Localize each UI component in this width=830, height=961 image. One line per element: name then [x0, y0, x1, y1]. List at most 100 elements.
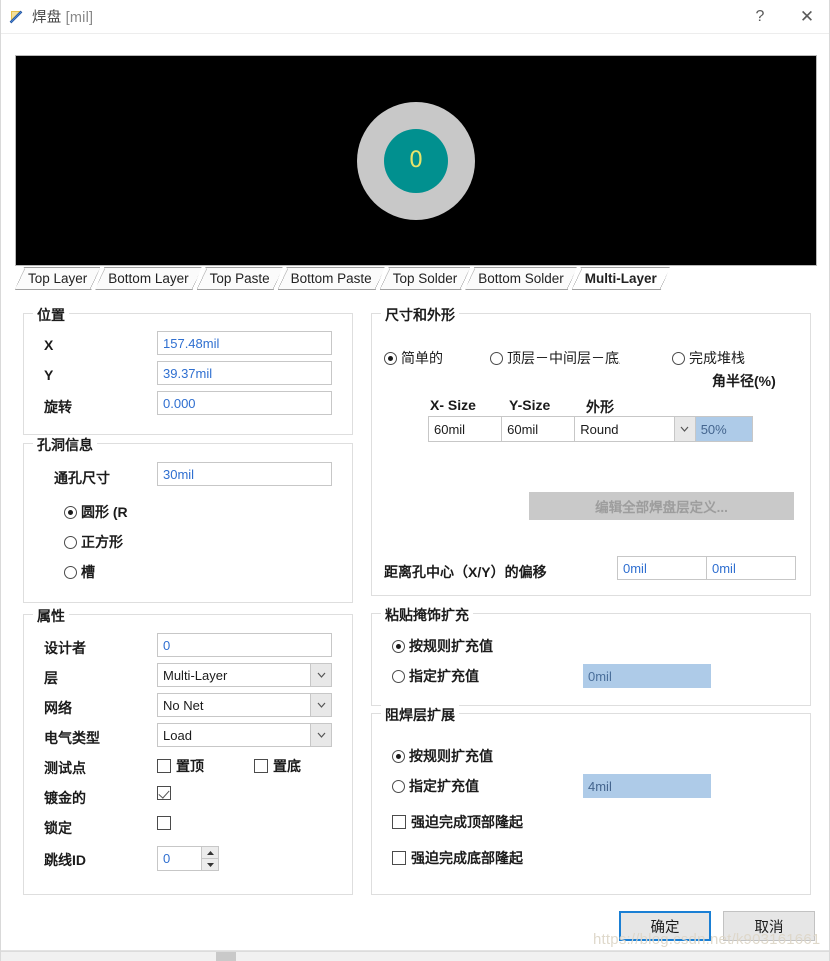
force-top-tenting-label: 强迫完成顶部隆起	[411, 812, 523, 832]
tab-bottom-solder[interactable]: Bottom Solder	[465, 267, 577, 290]
net-select[interactable]: No Net	[157, 693, 332, 717]
tab-bottom-paste[interactable]: Bottom Paste	[278, 267, 385, 290]
layer-select-value: Multi-Layer	[158, 668, 310, 683]
offset-y-input[interactable]: 0mil	[706, 556, 796, 580]
locked-label: 锁定	[44, 818, 72, 838]
shape-select-value[interactable]: Round	[575, 417, 674, 441]
radio-dot-icon	[392, 750, 405, 763]
hole-center-offset-label: 距离孔中心（X/Y）的偏移	[384, 562, 547, 582]
electrical-type-select[interactable]: Load	[157, 723, 332, 747]
y-size-header: Y-Size	[509, 397, 550, 413]
pad-properties-dialog: 焊盘 [mil] ? ✕ 0 Top Layer Bottom Layer To…	[0, 0, 830, 961]
jumper-id-stepper[interactable]: 0	[157, 846, 219, 871]
hole-info-group-title: 孔洞信息	[33, 435, 97, 455]
hole-shape-slot-label: 槽	[81, 562, 95, 582]
title-bar: 焊盘 [mil] ? ✕	[1, 0, 830, 33]
jumper-id-value: 0	[158, 851, 201, 866]
plated-label: 镀金的	[44, 788, 86, 808]
tab-multi-layer[interactable]: Multi-Layer	[572, 267, 670, 290]
radio-dot-icon	[392, 640, 405, 653]
solder-specify-input[interactable]: 4mil	[583, 774, 711, 798]
mode-simple-radio[interactable]: 简单的	[384, 348, 443, 368]
title-bar-buttons: ? ✕	[737, 0, 830, 33]
stepper-up-icon[interactable]	[202, 847, 218, 859]
testpoint-top-checkbox[interactable]: 置顶	[157, 756, 204, 776]
solder-specify-label: 指定扩充值	[409, 776, 479, 796]
pad-preview-canvas: 0	[15, 55, 817, 266]
pad-size-table: 60mil 60mil Round 50%	[428, 416, 753, 442]
hole-shape-round-radio[interactable]: 圆形 (R	[64, 502, 128, 522]
layer-select[interactable]: Multi-Layer	[157, 663, 332, 687]
position-group-title: 位置	[33, 305, 69, 325]
paste-specify-label: 指定扩充值	[409, 666, 479, 686]
corner-radius-header: 角半径(%)	[712, 371, 776, 391]
testpoint-bottom-label: 置底	[273, 756, 301, 776]
designator-input[interactable]: 0	[157, 633, 332, 657]
radio-dot-icon	[392, 780, 405, 793]
solder-specify-radio[interactable]: 指定扩充值	[392, 776, 479, 796]
mode-top-mid-bottom-radio[interactable]: 顶层－中间层－底层	[490, 348, 620, 368]
testpoint-bottom-checkbox[interactable]: 置底	[254, 756, 301, 776]
radio-dot-icon	[392, 670, 405, 683]
hole-shape-square-radio[interactable]: 正方形	[64, 532, 123, 552]
hole-size-input[interactable]: 30mil	[157, 462, 332, 486]
paste-mask-group-title: 粘贴掩饰扩充	[381, 605, 473, 625]
checkbox-icon	[157, 786, 171, 800]
mode-simple-label: 简单的	[401, 348, 443, 368]
radio-dot-icon	[490, 352, 503, 365]
checkbox-icon	[254, 759, 268, 773]
tab-top-paste[interactable]: Top Paste	[197, 267, 283, 290]
x-size-header: X- Size	[430, 397, 476, 413]
help-button[interactable]: ?	[737, 0, 783, 33]
x-label: X	[44, 337, 53, 353]
y-size-input[interactable]: 60mil	[502, 417, 575, 441]
mode-top-mid-bottom-label: 顶层－中间层－底层	[507, 348, 620, 368]
hole-shape-slot-radio[interactable]: 槽	[64, 562, 95, 582]
offset-x-input[interactable]: 0mil	[617, 556, 707, 580]
hole-info-group: 孔洞信息 通孔尺寸 30mil 圆形 (R 正方形 槽	[23, 443, 353, 603]
mode-full-stack-radio[interactable]: 完成堆栈	[672, 348, 745, 368]
pad-hole: 0	[384, 129, 448, 193]
tab-top-solder[interactable]: Top Solder	[380, 267, 471, 290]
chevron-down-icon[interactable]	[310, 694, 331, 716]
chevron-down-icon[interactable]	[310, 664, 331, 686]
close-button[interactable]: ✕	[783, 0, 830, 33]
solder-rule-radio[interactable]: 按规则扩充值	[392, 746, 493, 766]
force-bottom-tenting-checkbox[interactable]: 强迫完成底部隆起	[392, 848, 523, 868]
properties-group-title: 属性	[33, 606, 69, 626]
paste-specify-input[interactable]: 0mil	[583, 664, 711, 688]
paste-rule-radio[interactable]: 按规则扩充值	[392, 636, 493, 656]
stepper-buttons	[201, 847, 218, 870]
stepper-down-icon[interactable]	[202, 859, 218, 870]
tab-top-layer[interactable]: Top Layer	[15, 267, 100, 290]
layer-label: 层	[44, 668, 58, 688]
edit-all-pad-layers-button[interactable]: 编辑全部焊盘层定义...	[529, 492, 794, 520]
force-top-tenting-checkbox[interactable]: 强迫完成顶部隆起	[392, 812, 523, 832]
net-label: 网络	[44, 698, 72, 718]
rotation-input[interactable]: 0.000	[157, 391, 332, 415]
force-bottom-tenting-label: 强迫完成底部隆起	[411, 848, 523, 868]
pad-outer-ring: 0	[357, 102, 475, 220]
window-title: 焊盘 [mil]	[32, 6, 93, 27]
net-select-value: No Net	[158, 698, 310, 713]
tab-bottom-layer[interactable]: Bottom Layer	[95, 267, 201, 290]
plated-checkbox[interactable]	[157, 786, 176, 800]
testpoint-top-label: 置顶	[176, 756, 204, 776]
window-title-unit: [mil]	[66, 10, 94, 26]
x-size-input[interactable]: 60mil	[429, 417, 502, 441]
testpoint-label: 测试点	[44, 758, 86, 778]
pad-icon	[9, 9, 25, 25]
size-shape-group: 尺寸和外形 简单的 顶层－中间层－底层 完成堆栈 角半径(%) X- Size …	[371, 313, 811, 596]
watermark-text: https://blog.csdn.net/k903161661	[593, 931, 820, 948]
chevron-down-icon[interactable]	[310, 724, 331, 746]
paste-specify-radio[interactable]: 指定扩充值	[392, 666, 479, 686]
layer-tabs: Top Layer Bottom Layer Top Paste Bottom …	[15, 266, 817, 290]
chevron-down-icon[interactable]	[674, 417, 696, 441]
hole-shape-round-label: 圆形 (R	[81, 502, 128, 522]
shape-header: 外形	[586, 397, 614, 417]
locked-checkbox[interactable]	[157, 816, 176, 830]
corner-radius-input[interactable]: 50%	[696, 417, 752, 441]
solder-mask-group-title: 阻焊层扩展	[381, 705, 459, 725]
x-input[interactable]: 157.48mil	[157, 331, 332, 355]
y-input[interactable]: 39.37mil	[157, 361, 332, 385]
